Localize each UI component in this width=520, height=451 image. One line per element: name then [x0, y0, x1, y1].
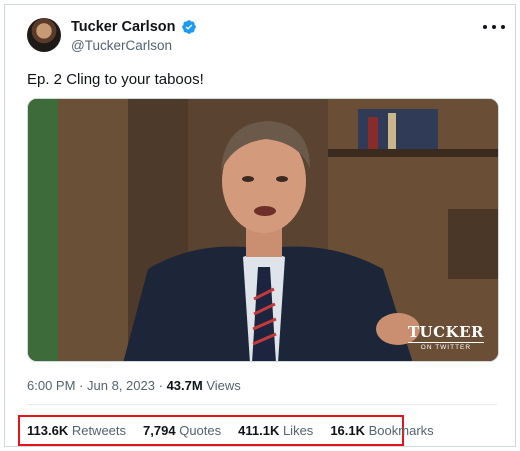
- more-options-icon[interactable]: [483, 19, 505, 35]
- stat-count: 16.1K: [330, 423, 366, 438]
- stat-label: Retweets: [71, 423, 127, 438]
- stat-count: 411.1K: [238, 423, 280, 438]
- stat-bookmarks[interactable]: 16.1K Bookmarks: [330, 423, 433, 438]
- stat-label: Quotes: [179, 423, 222, 438]
- views-label: Views: [206, 378, 241, 393]
- views-count: 43.7M: [166, 378, 203, 393]
- tucker-on-twitter-logo: TUCKER ON TWITTER: [407, 323, 484, 351]
- meta-separator: ·: [79, 378, 84, 393]
- stat-count: 7,794: [143, 423, 176, 438]
- meta-separator-2: ·: [158, 378, 163, 393]
- stat-quotes[interactable]: 7,794 Quotes: [143, 423, 221, 438]
- logo-title: TUCKER: [407, 323, 484, 341]
- stat-likes[interactable]: 411.1K Likes: [238, 423, 313, 438]
- stat-label: Likes: [282, 423, 314, 438]
- divider: [27, 404, 497, 405]
- logo-subtitle: ON TWITTER: [407, 342, 484, 351]
- author-display-name[interactable]: Tucker Carlson: [71, 19, 176, 35]
- tweet-text: Ep. 2 Cling to your taboos!: [27, 71, 204, 88]
- avatar[interactable]: [27, 18, 61, 52]
- stat-count: 113.6K: [27, 423, 69, 438]
- stat-retweets[interactable]: 113.6K Retweets: [27, 423, 126, 438]
- author-name-row: Tucker Carlson: [71, 19, 197, 35]
- engagement-stats-highlight: 113.6K Retweets 7,794 Quotes 411.1K Like…: [18, 415, 434, 446]
- stat-label: Bookmarks: [368, 423, 434, 438]
- author-handle[interactable]: @TuckerCarlson: [71, 38, 172, 53]
- tweet-meta: 6:00 PM · Jun 8, 2023 · 43.7M Views: [27, 378, 241, 393]
- verified-badge-icon: [181, 19, 197, 35]
- tweet-card: Tucker Carlson @TuckerCarlson Ep. 2 Clin…: [4, 4, 516, 447]
- tweet-time[interactable]: 6:00 PM: [27, 378, 75, 393]
- video-thumbnail[interactable]: TUCKER ON TWITTER: [27, 98, 499, 362]
- tweet-date[interactable]: Jun 8, 2023: [87, 378, 155, 393]
